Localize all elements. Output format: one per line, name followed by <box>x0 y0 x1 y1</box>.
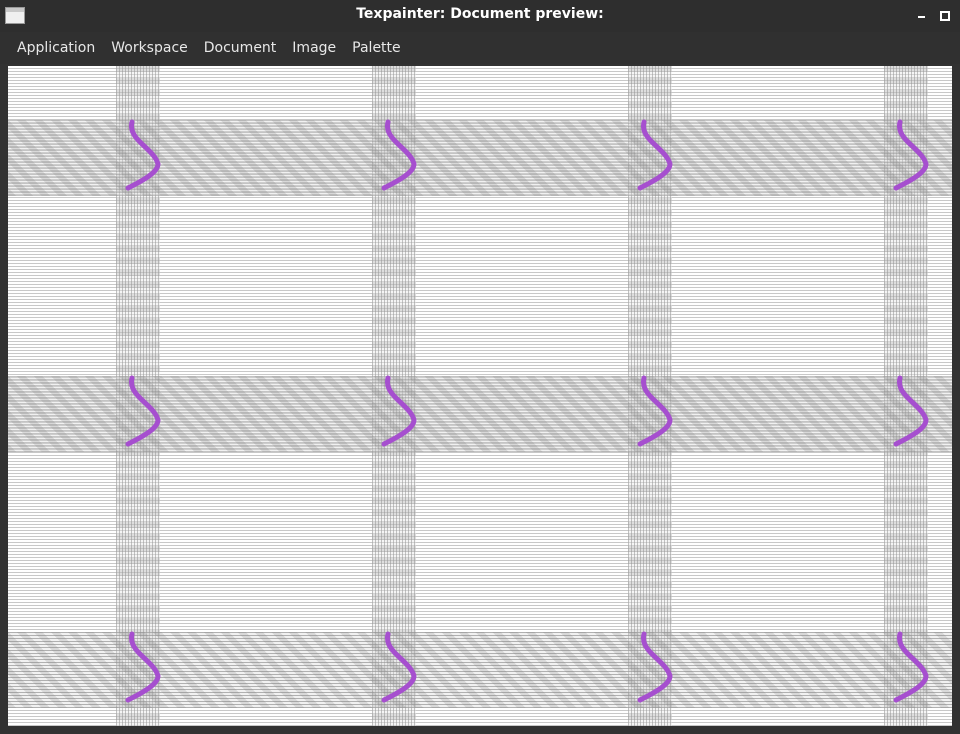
brush-stroke-path <box>125 631 161 703</box>
brush-stroke <box>381 119 417 191</box>
brush-stroke-path <box>125 119 161 191</box>
brush-stroke <box>637 375 673 447</box>
brush-stroke <box>893 375 929 447</box>
brush-stroke-path <box>381 375 417 447</box>
app-window: Texpainter: Document preview: Applicatio… <box>0 0 960 734</box>
brush-stroke-path <box>637 375 673 447</box>
brush-stroke <box>125 631 161 703</box>
document-preview-canvas[interactable] <box>8 66 952 726</box>
brush-stroke <box>125 119 161 191</box>
brush-stroke <box>381 631 417 703</box>
menu-image[interactable]: Image <box>284 32 344 64</box>
brush-stroke <box>637 631 673 703</box>
menu-document[interactable]: Document <box>196 32 285 64</box>
brush-stroke <box>125 375 161 447</box>
brush-stroke-path <box>637 631 673 703</box>
menu-palette[interactable]: Palette <box>344 32 409 64</box>
minimize-icon[interactable] <box>915 8 929 22</box>
maximize-icon[interactable] <box>937 8 951 22</box>
title-bar[interactable]: Texpainter: Document preview: <box>0 0 960 32</box>
brush-stroke-path <box>893 631 929 703</box>
brush-stroke <box>893 631 929 703</box>
brush-stroke <box>381 375 417 447</box>
menu-bar: Application Workspace Document Image Pal… <box>0 32 960 64</box>
brush-stroke-path <box>637 119 673 191</box>
brush-stroke-path <box>893 119 929 191</box>
menu-application[interactable]: Application <box>9 32 103 64</box>
brush-stroke-path <box>893 375 929 447</box>
brush-stroke-path <box>381 631 417 703</box>
brush-stroke <box>893 119 929 191</box>
brush-stroke-path <box>381 119 417 191</box>
brush-stroke <box>637 119 673 191</box>
brush-stroke-path <box>125 375 161 447</box>
menu-workspace[interactable]: Workspace <box>103 32 196 64</box>
window-title: Texpainter: Document preview: <box>356 6 604 22</box>
texture-tiles <box>8 66 952 726</box>
